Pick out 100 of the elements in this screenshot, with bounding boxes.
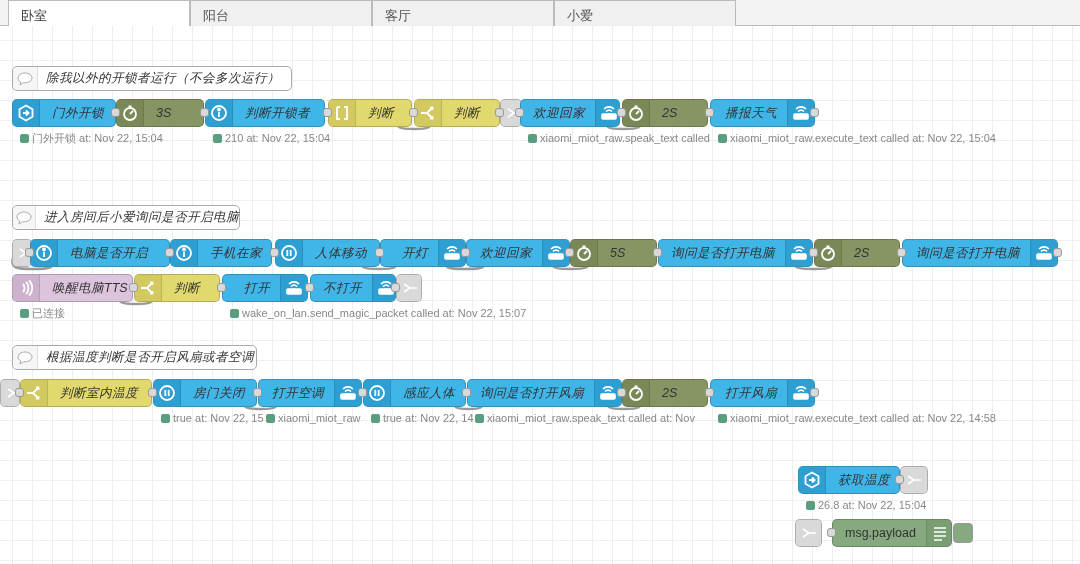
input-port[interactable] <box>270 248 279 257</box>
flow-node[interactable]: 判断 <box>134 274 220 302</box>
output-port[interactable] <box>810 388 819 397</box>
stopwatch-icon <box>623 100 650 126</box>
flow-node[interactable]: 2S <box>814 239 900 267</box>
input-port[interactable] <box>165 248 174 257</box>
router-icon <box>280 275 307 301</box>
flow-node[interactable]: 播报天气 <box>710 99 815 127</box>
flow-node[interactable]: 欢迎回家 <box>520 99 620 127</box>
status-text: 210 at: Nov 22, 15:04 <box>225 131 331 145</box>
flow-node[interactable]: 不打开 <box>310 274 396 302</box>
comment-node[interactable]: 进入房间后小爱询问是否开启电脑 <box>12 205 240 230</box>
speech-bubble-icon <box>13 206 36 229</box>
status-text: 门外开锁 at: Nov 22, 15:04 <box>32 131 163 145</box>
output-port[interactable] <box>495 108 504 117</box>
status-text: xiaomi_miot_raw <box>278 411 361 425</box>
output-port[interactable] <box>391 283 400 292</box>
input-port[interactable] <box>358 388 367 397</box>
input-port[interactable] <box>217 283 226 292</box>
input-port[interactable] <box>827 528 836 537</box>
flow-node[interactable] <box>0 379 20 407</box>
flow-node[interactable]: 询问是否打开电脑 <box>902 239 1058 267</box>
flow-node[interactable]: 获取温度 <box>798 466 900 494</box>
status-text: xiaomi_miot_raw.speak_text called <box>540 131 710 145</box>
info-icon <box>171 240 198 266</box>
status-text: true at: Nov 22, 15 <box>173 411 264 425</box>
flow-node[interactable]: 电脑是否开启 <box>30 239 170 267</box>
flow-node[interactable] <box>795 519 822 547</box>
output-port[interactable] <box>895 475 904 484</box>
input-port[interactable] <box>897 248 906 257</box>
input-port[interactable] <box>305 283 314 292</box>
flow-node[interactable]: 打开空调 <box>258 379 362 407</box>
bracket-icon <box>329 100 356 126</box>
flow-node[interactable]: 欢迎回家 <box>466 239 570 267</box>
input-port[interactable] <box>25 248 34 257</box>
router-icon <box>542 240 569 266</box>
flow-node[interactable]: 5S <box>570 239 657 267</box>
toggle-button[interactable] <box>953 523 973 543</box>
status-text: xiaomi_miot_raw.speak_text called at: Nov <box>487 411 695 425</box>
flow-node[interactable]: 判断 <box>414 99 500 127</box>
flow-node[interactable]: 打开 <box>222 274 308 302</box>
output-port[interactable] <box>1053 248 1062 257</box>
router-icon <box>1030 240 1057 266</box>
flow-node[interactable]: 询问是否打开电脑 <box>658 239 813 267</box>
stopwatch-icon <box>623 380 650 406</box>
stopwatch-icon <box>117 100 144 126</box>
flow-node[interactable]: 手机在家 <box>170 239 272 267</box>
input-port[interactable] <box>409 108 418 117</box>
flow-node[interactable]: 唤醒电脑TTS <box>12 274 133 302</box>
flow-tab[interactable]: 卧室 <box>8 0 190 27</box>
flow-node[interactable]: 判断 <box>328 99 412 127</box>
input-port[interactable] <box>565 248 574 257</box>
comment-node[interactable]: 根据温度判断是否开启风扇或者空调 <box>12 345 257 370</box>
input-port[interactable] <box>617 388 626 397</box>
flow-node[interactable]: msg.payload <box>832 519 952 547</box>
flow-node[interactable] <box>396 274 422 302</box>
input-port[interactable] <box>323 108 332 117</box>
input-port[interactable] <box>462 388 471 397</box>
pause-icon <box>154 380 181 406</box>
flow-node[interactable]: 判断室内温度 <box>20 379 152 407</box>
flow-tab[interactable]: 阳台 <box>190 0 372 26</box>
input-port[interactable] <box>617 108 626 117</box>
status-text: xiaomi_miot_raw.execute_text called at: Nov 22, 15:04 <box>730 131 996 145</box>
flow-tab[interactable]: 小爱 <box>554 0 736 26</box>
flow-node[interactable]: 房门关闭 <box>153 379 257 407</box>
input-port[interactable] <box>461 248 470 257</box>
input-port[interactable] <box>129 283 138 292</box>
input-port[interactable] <box>253 388 262 397</box>
flow-node[interactable]: 2S <box>622 99 708 127</box>
input-port[interactable] <box>200 108 209 117</box>
flow-node[interactable] <box>900 466 928 494</box>
input-port[interactable] <box>809 248 818 257</box>
pause-icon <box>364 380 391 406</box>
router-icon <box>785 240 812 266</box>
flow-node[interactable]: 2S <box>622 379 708 407</box>
status-text: xiaomi_miot_raw.execute_text called at: Nov 22, 14:58 <box>730 411 996 425</box>
flow-node[interactable]: 3S <box>116 99 204 127</box>
branch-icon <box>135 275 162 301</box>
list-icon <box>925 520 951 546</box>
flow-tab[interactable]: 客厅 <box>372 0 554 26</box>
input-port[interactable] <box>705 388 714 397</box>
flow-node[interactable]: 门外开锁 <box>12 99 116 127</box>
flow-node[interactable]: 感应人体 <box>363 379 466 407</box>
router-icon <box>787 380 814 406</box>
input-port[interactable] <box>375 248 384 257</box>
branch-icon <box>21 380 48 406</box>
flow-node[interactable]: 询问是否打开风扇 <box>467 379 622 407</box>
comment-node[interactable]: 除我以外的开锁者运行（不会多次运行） <box>12 66 292 91</box>
input-port[interactable] <box>653 248 662 257</box>
input-port[interactable] <box>148 388 157 397</box>
input-port[interactable] <box>515 108 524 117</box>
flow-node[interactable]: 开灯 <box>380 239 466 267</box>
input-port[interactable] <box>705 108 714 117</box>
flow-node[interactable]: 判断开锁者 <box>205 99 325 127</box>
flow-node[interactable]: 人体移动 <box>275 239 380 267</box>
output-port[interactable] <box>810 108 819 117</box>
flow-node[interactable]: 打开风扇 <box>710 379 815 407</box>
input-port[interactable] <box>15 388 24 397</box>
stopwatch-icon <box>571 240 598 266</box>
input-port[interactable] <box>111 108 120 117</box>
